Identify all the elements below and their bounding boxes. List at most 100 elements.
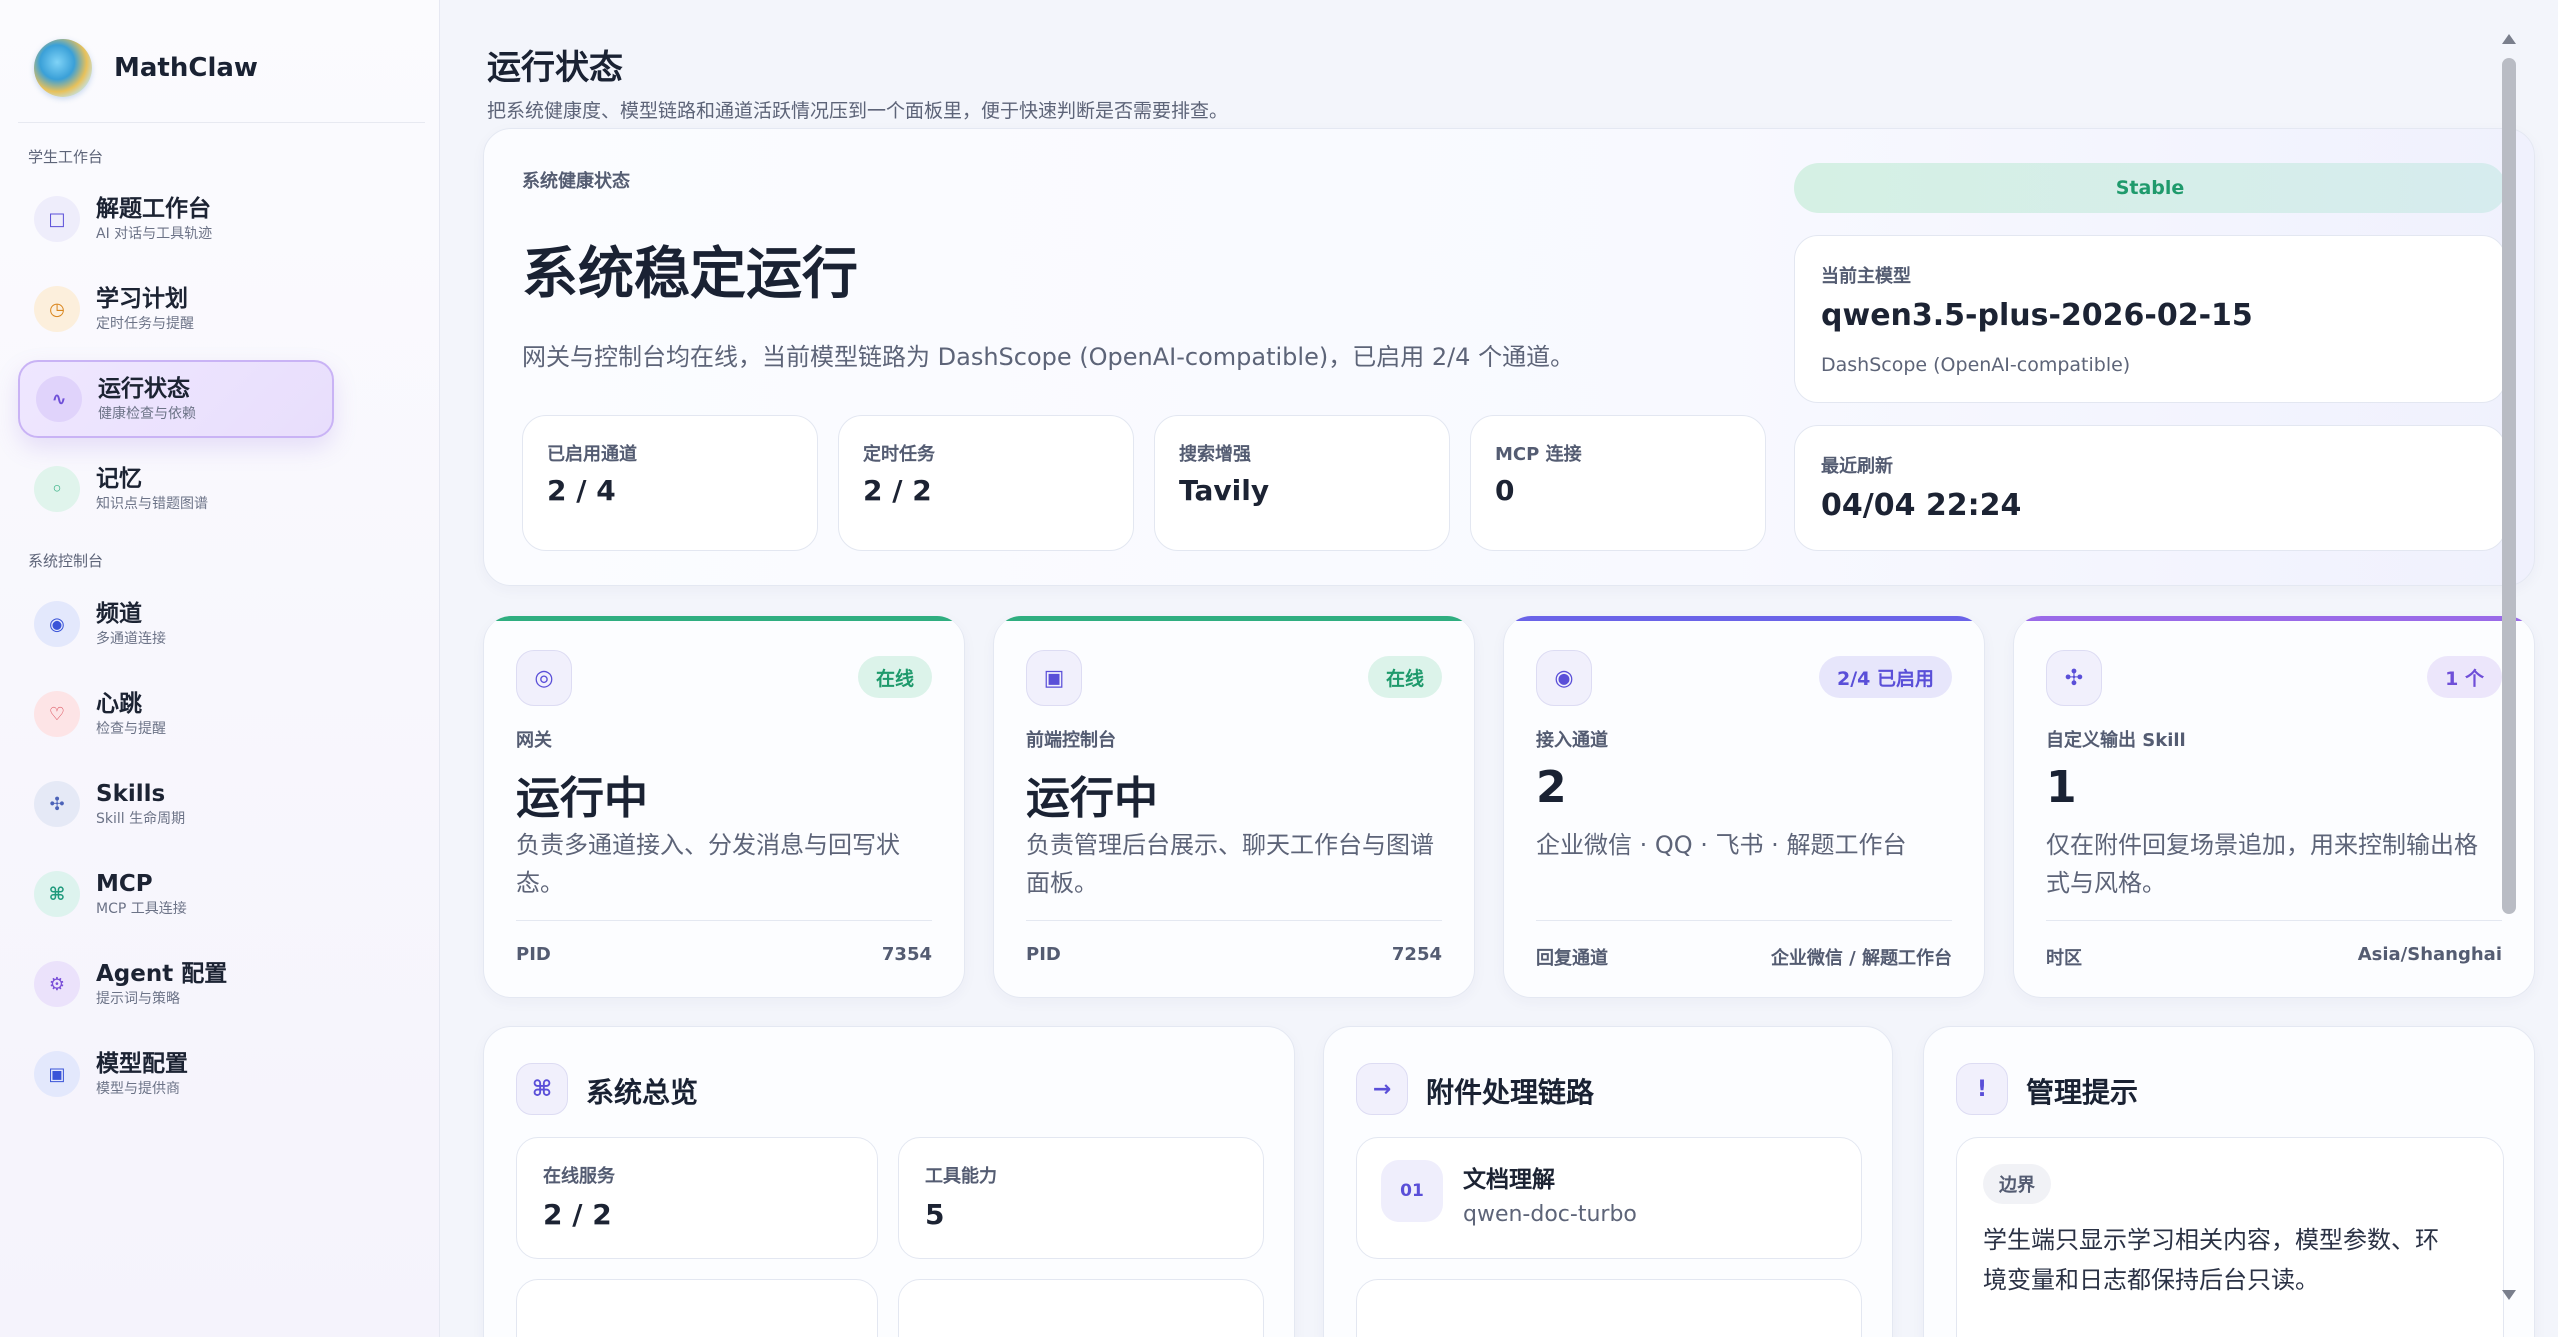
card-divider [1026,920,1442,921]
chip-icon: ▣ [1026,650,1082,706]
status-badge: 1 个 [2427,656,2502,698]
sidebar-item-sub: 健康检查与依赖 [98,406,196,422]
card-description: 负责管理后台展示、聊天工作台与图谱面板。 [1026,831,1434,897]
sidebar-item-sub: 检查与提醒 [96,721,166,737]
sidebar-divider [18,122,425,123]
card-footer-label: 回复通道 [1536,948,1608,969]
target-icon: ◎ [516,650,572,706]
sidebar-item-sub: Skill 生命周期 [96,811,186,827]
card-accent-bar [2014,616,2534,621]
model-provider: DashScope (OpenAI-compatible) [1821,354,2131,376]
status-badge: 2/4 已启用 [1819,656,1952,698]
health-hero-card: 系统健康状态 系统稳定运行 网关与控制台均在线，当前模型链路为 DashScop… [483,128,2535,586]
card-kicker: 接入通道 [1536,730,1608,751]
sidebar-item-sub: 定时任务与提醒 [96,316,194,332]
stat-value: 2 / 2 [863,474,932,507]
sidebar-item-label: Skills [96,781,166,807]
refresh-value: 04/04 22:24 [1821,488,2022,523]
command-icon: ⌘ [516,1063,568,1115]
sidebar-item-sub: 提示词与策略 [96,991,180,1007]
stat-label: 搜索增强 [1179,444,1251,465]
refresh-label: 最近刷新 [1821,456,1893,477]
gear-icon: ⚙ [34,961,80,1007]
status-badge: 在线 [1367,656,1442,698]
dot-icon: ◦ [34,466,80,512]
panel-title: 附件处理链路 [1426,1076,1595,1109]
card-description: 仅在附件回复场景追加，用来控制输出格式与风格。 [2046,831,2478,897]
panel-title: 管理提示 [2026,1076,2139,1109]
page-subtitle: 把系统健康度、模型链路和通道活跃情况压到一个面板里，便于快速判断是否需要排查。 [487,100,1229,122]
tip-text: 学生端只显示学习相关内容，模型参数、环境变量和日志都保持后台只读。 [1983,1226,2439,1294]
main-content: 运行状态 把系统健康度、模型链路和通道活跃情况压到一个面板里，便于快速判断是否需… [441,0,2535,1337]
card-footer-value: 7254 [1391,944,1442,965]
alert-icon: ! [1956,1063,2008,1115]
sidebar-item-sub: 模型与提供商 [96,1081,180,1097]
overview-value: 5 [925,1198,945,1231]
sidebar-item-memory[interactable]: ◦ 记忆 知识点与错题图谱 [18,450,334,528]
sidebar: MathClaw 学生工作台 □ 解题工作台 AI 对话与工具轨迹 ◷ 学习计划定… [0,0,440,1337]
chip-icon: ▣ [34,1051,80,1097]
chain-step-partial [1356,1279,1862,1337]
chain-step-title: 文档理解 [1463,1167,1555,1193]
radio-icon: ◉ [1536,650,1592,706]
card-accent-bar [484,616,964,621]
command-icon: ⌘ [34,871,80,917]
overview-item-partial [516,1279,878,1337]
status-badge: 在线 [857,656,932,698]
card-footer-value: 企业微信 / 解题工作台 [1770,948,1952,969]
heart-icon: ♡ [34,691,80,737]
admin-tips-panel: ! 管理提示 边界 学生端只显示学习相关内容，模型参数、环境变量和日志都保持后台… [1923,1026,2535,1337]
card-description: 负责多通道接入、分发消息与回写状态。 [516,831,900,897]
hero-kicker: 系统健康状态 [522,171,630,192]
hero-title: 系统稳定运行 [522,242,858,307]
sidebar-item-channels[interactable]: ◉ 频道 多通道连接 [18,585,334,663]
sidebar-item-solver[interactable]: □ 解题工作台 AI 对话与工具轨迹 [18,180,334,258]
card-divider [516,920,932,921]
sidebar-item-mcp[interactable]: ⌘ MCP MCP 工具连接 [18,855,334,933]
card-footer-value: 7354 [881,944,932,965]
overview-item-partial [898,1279,1264,1337]
sidebar-item-model-config[interactable]: ▣ 模型配置 模型与提供商 [18,1035,334,1113]
attachment-chain-panel: → 附件处理链路 01 文档理解 qwen-doc-turbo [1323,1026,1893,1337]
sidebar-item-sub: 多通道连接 [96,631,166,647]
model-value: qwen3.5-plus-2026-02-15 [1821,298,2253,333]
sidebar-item-label: 频道 [96,601,142,627]
sidebar-item-label: 解题工作台 [96,196,211,222]
sidebar-item-label: 学习计划 [96,286,188,312]
scroll-down-icon[interactable] [2502,1290,2516,1300]
tip-box: 边界 学生端只显示学习相关内容，模型参数、环境变量和日志都保持后台只读。 [1956,1137,2504,1337]
clock-icon: ◷ [34,286,80,332]
model-label: 当前主模型 [1821,266,1911,287]
sidebar-item-study-plan[interactable]: ◷ 学习计划定时任务与提醒 [18,270,334,348]
card-value: 1 [2046,762,2077,813]
chain-step-number: 01 [1381,1160,1443,1222]
sidebar-item-agent-config[interactable]: ⚙ Agent 配置 提示词与策略 [18,945,334,1023]
sidebar-item-label: 运行状态 [98,376,190,402]
sidebar-item-sub: MCP 工具连接 [96,901,187,917]
scroll-up-icon[interactable] [2502,34,2516,44]
gateway-card: ◎ 在线 网关 运行中 负责多通道接入、分发消息与回写状态。 PID 7354 [483,616,965,998]
card-footer-label: 时区 [2046,948,2082,969]
system-overview-panel: ⌘ 系统总览 在线服务 2 / 2 工具能力 5 [483,1026,1295,1337]
overview-value: 2 / 2 [543,1198,612,1231]
overview-tool-capabilities: 工具能力 5 [898,1137,1264,1259]
tip-tag: 边界 [1983,1164,2051,1204]
page-scrollbar[interactable] [2494,0,2524,1310]
sidebar-item-heartbeat[interactable]: ♡ 心跳 检查与提醒 [18,675,334,753]
stat-label: 已启用通道 [547,444,637,465]
sidebar-item-runtime-status[interactable]: ∿ 运行状态 健康检查与依赖 [18,360,334,438]
card-divider [1536,920,1952,921]
stat-label: MCP 连接 [1495,444,1582,465]
arrow-right-icon: → [1356,1063,1408,1115]
move-icon: ✣ [34,781,80,827]
custom-skill-card: ✣ 1 个 自定义输出 Skill 1 仅在附件回复场景追加，用来控制输出格式与… [2013,616,2535,998]
card-kicker: 网关 [516,730,552,751]
chain-step-model: qwen-doc-turbo [1463,1202,1637,1227]
card-footer-label: PID [516,944,551,965]
stat-enabled-channels: 已启用通道 2 / 4 [522,415,818,551]
scrollbar-thumb[interactable] [2502,58,2516,914]
card-kicker: 前端控制台 [1026,730,1116,751]
brand[interactable]: MathClaw [34,38,258,98]
sidebar-item-skills[interactable]: ✣ Skills Skill 生命周期 [18,765,334,843]
card-footer-value: Asia/Shanghai [2357,944,2502,965]
